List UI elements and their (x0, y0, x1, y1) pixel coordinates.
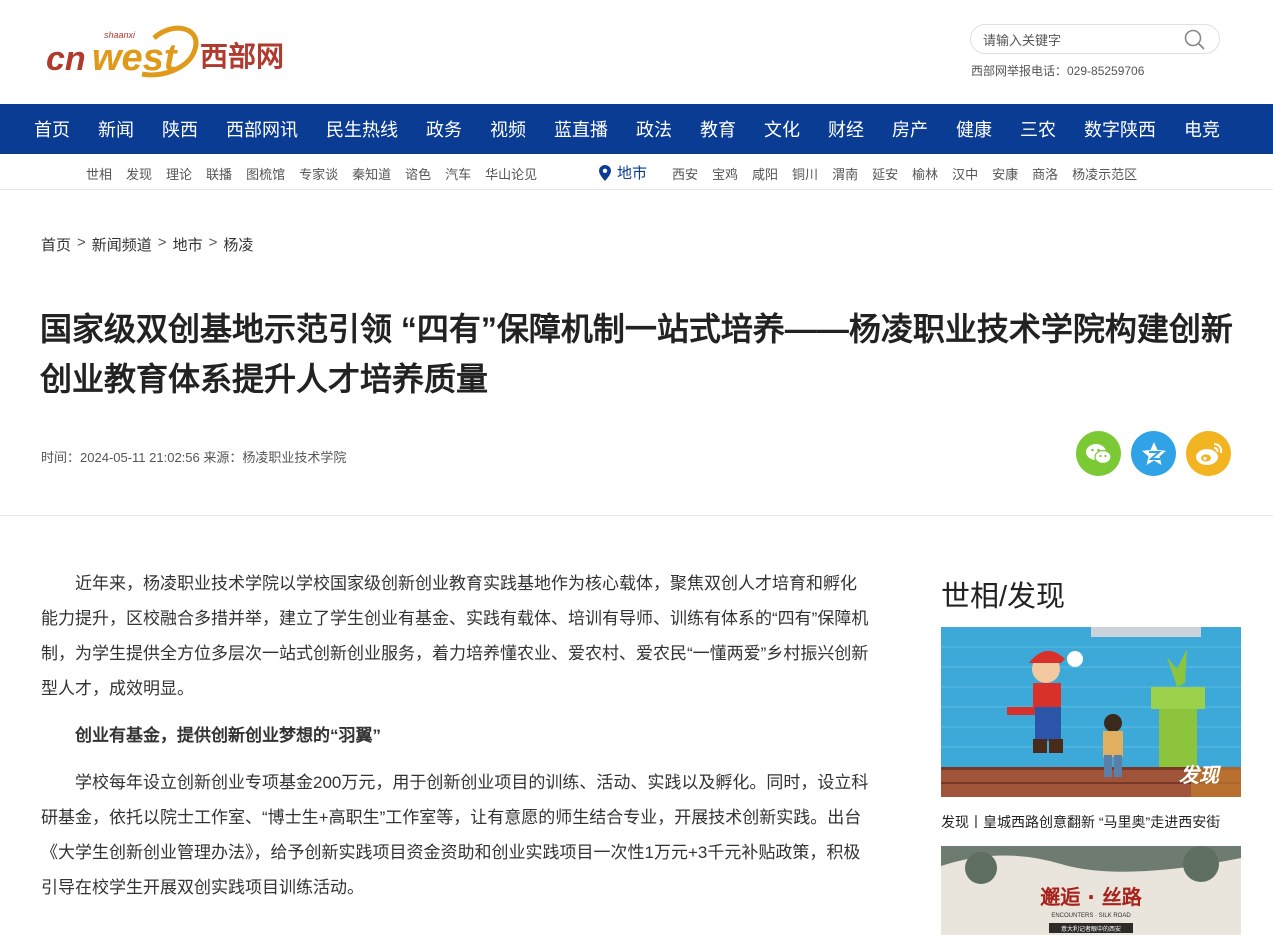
report-phone: 西部网举报电话：029-85259706 (971, 64, 1145, 78)
city-link-10[interactable]: 杨凌示范区 (1072, 164, 1137, 183)
nav-item-5[interactable]: 政务 (426, 116, 462, 142)
site-header: cn west shaanxi 西部网 西部网举报电话：029-85259706 (0, 0, 1273, 104)
share-wechat-button[interactable] (1076, 431, 1121, 476)
channel-link-9[interactable]: 华山论见 (485, 164, 537, 183)
search-icon[interactable] (1183, 28, 1207, 52)
nav-item-6[interactable]: 视频 (490, 116, 526, 142)
city-link-6[interactable]: 榆林 (912, 164, 938, 183)
nav-item-4[interactable]: 民生热线 (326, 116, 398, 142)
article-body: 近年来，杨凌职业技术学院以学校国家级创新创业教育实践基地作为核心载体，聚焦双创人… (41, 566, 871, 905)
breadcrumb-item-1[interactable]: 新闻频道 (92, 234, 152, 255)
article-meta: 时间：2024-05-11 21:02:56 来源：杨凌职业技术学院 (41, 450, 347, 465)
channel-link-1[interactable]: 发现 (126, 164, 152, 183)
sidebar-title: 世相/发现 (941, 581, 1066, 613)
sidebar: 世相/发现 发现 发现丨皇城西路创意翻新 “马里奥”走进西安街 邂逅 · 丝路 … (941, 575, 1241, 935)
logo-sub: shaanxi (104, 30, 136, 40)
nav-item-2[interactable]: 陕西 (162, 116, 198, 142)
city-link-8[interactable]: 安康 (992, 164, 1018, 183)
nav-item-3[interactable]: 西部网讯 (226, 116, 298, 142)
weibo-icon (1195, 442, 1222, 465)
search-box (970, 24, 1220, 54)
nav-item-0[interactable]: 首页 (34, 116, 70, 142)
nav-item-8[interactable]: 政法 (636, 116, 672, 142)
city-label-text: 地市 (617, 165, 648, 182)
channel-link-5[interactable]: 专家谈 (299, 164, 338, 183)
sub-nav-channels: 世相 发现 理论 联播 图梳馆 专家谈 秦知道 谘色 汽车 华山论见 (86, 164, 551, 183)
share-weibo-button[interactable] (1186, 431, 1231, 476)
nav-item-16[interactable]: 电竞 (1184, 116, 1220, 142)
paragraph-subhead: 创业有基金，提供创新创业梦想的“羽翼” (75, 726, 381, 745)
city-link-5[interactable]: 延安 (872, 164, 898, 183)
sidebar-card-image[interactable]: 发现 (941, 627, 1241, 797)
qzone-icon (1141, 441, 1166, 465)
channel-link-0[interactable]: 世相 (86, 164, 112, 183)
nav-item-9[interactable]: 教育 (700, 116, 736, 142)
sub-nav: 世相 发现 理论 联播 图梳馆 专家谈 秦知道 谘色 汽车 华山论见 地市 西安 宝鸡 咸阳 铜川 渭南延… (0, 154, 1273, 190)
channel-link-3[interactable]: 联播 (206, 164, 232, 183)
card2-title: 邂逅 · 丝路 (1040, 885, 1143, 909)
city-link-4[interactable]: 渭南 (832, 164, 858, 183)
breadcrumb-separator: > (77, 234, 86, 251)
svg-text:cn: cn (46, 40, 86, 78)
card-image-label: 发现 (1179, 763, 1222, 787)
nav-item-11[interactable]: 财经 (828, 116, 864, 142)
city-link-7[interactable]: 汉中 (952, 164, 978, 183)
sidebar-card-caption[interactable]: 发现丨皇城西路创意翻新 “马里奥”走进西安街 (941, 812, 1220, 832)
paragraph-intro: 近年来，杨凌职业技术学院以学校国家级创新创业教育实践基地作为核心载体，聚焦双创人… (41, 574, 869, 698)
card2-note: 意大利记者眼中的西安 (1061, 925, 1121, 933)
channel-link-6[interactable]: 秦知道 (352, 164, 391, 183)
nav-item-13[interactable]: 健康 (956, 116, 992, 142)
channel-link-8[interactable]: 汽车 (445, 164, 471, 183)
logo-cn-text: 西部网 (200, 40, 284, 73)
nav-item-1[interactable]: 新闻 (98, 116, 134, 142)
breadcrumb-item-2[interactable]: 地市 (173, 234, 203, 255)
channel-link-2[interactable]: 理论 (166, 164, 192, 183)
city-link-3[interactable]: 铜川 (792, 164, 818, 183)
breadcrumb-separator: > (157, 234, 167, 251)
breadcrumb-item-3[interactable]: 杨凌 (223, 234, 253, 255)
header-divider (0, 515, 1273, 516)
breadcrumb: 首页 > 新闻频道 > 地市 > 杨凌 (41, 234, 253, 255)
sub-nav-cities: 西安 宝鸡 咸阳 铜川 渭南 延安 榆林 汉中 安康 商洛 杨凌示范区 (672, 164, 1151, 183)
nav-item-14[interactable]: 三农 (1020, 116, 1056, 142)
paragraph-fund: 学校每年设立创新创业专项基金200万元，用于创新创业项目的训练、活动、实践以及孵… (41, 773, 869, 897)
main-nav: 首页 新闻 陕西 西部网讯 民生热线 政务 视频 蓝直播 政法 教育 文化 财经 房产 健康 三农 数字陕西 电… (0, 104, 1273, 154)
share-bar (1076, 431, 1241, 476)
city-link-9[interactable]: 商洛 (1032, 164, 1058, 183)
silk-road-poster: 邂逅 · 丝路 ENCOUNTERS · SILK ROAD 意大利记者眼中的西… (941, 846, 1241, 935)
channel-link-7[interactable]: 谘色 (405, 164, 431, 183)
wechat-icon (1085, 443, 1112, 464)
breadcrumb-separator: > (208, 234, 218, 251)
nav-item-10[interactable]: 文化 (764, 116, 800, 142)
city-link-1[interactable]: 宝鸡 (712, 164, 738, 183)
card2-subtitle: ENCOUNTERS · SILK ROAD (1051, 913, 1131, 919)
mural-photo: 发现 (941, 627, 1241, 797)
nav-item-15[interactable]: 数字陕西 (1084, 116, 1156, 142)
city-label[interactable]: 地市 (599, 162, 647, 183)
breadcrumb-item-0[interactable]: 首页 (41, 234, 71, 255)
share-qzone-button[interactable] (1131, 431, 1176, 476)
search-input[interactable] (983, 30, 1173, 50)
location-pin-icon (599, 164, 611, 181)
nav-item-12[interactable]: 房产 (892, 116, 928, 142)
article-title: 国家级双创基地示范引领 “四有”保障机制一站式培养——杨凌职业技术学院构建创新创… (40, 311, 1233, 397)
nav-item-7[interactable]: 蓝直播 (554, 116, 608, 142)
site-logo[interactable]: cn west shaanxi 西部网 (44, 20, 296, 84)
logo-graphic: cn west shaanxi 西部网 (46, 25, 284, 79)
sidebar-card2-image[interactable]: 邂逅 · 丝路 ENCOUNTERS · SILK ROAD 意大利记者眼中的西… (941, 846, 1241, 935)
channel-link-4[interactable]: 图梳馆 (246, 164, 285, 183)
city-link-2[interactable]: 咸阳 (752, 164, 778, 183)
city-link-0[interactable]: 西安 (672, 164, 698, 183)
